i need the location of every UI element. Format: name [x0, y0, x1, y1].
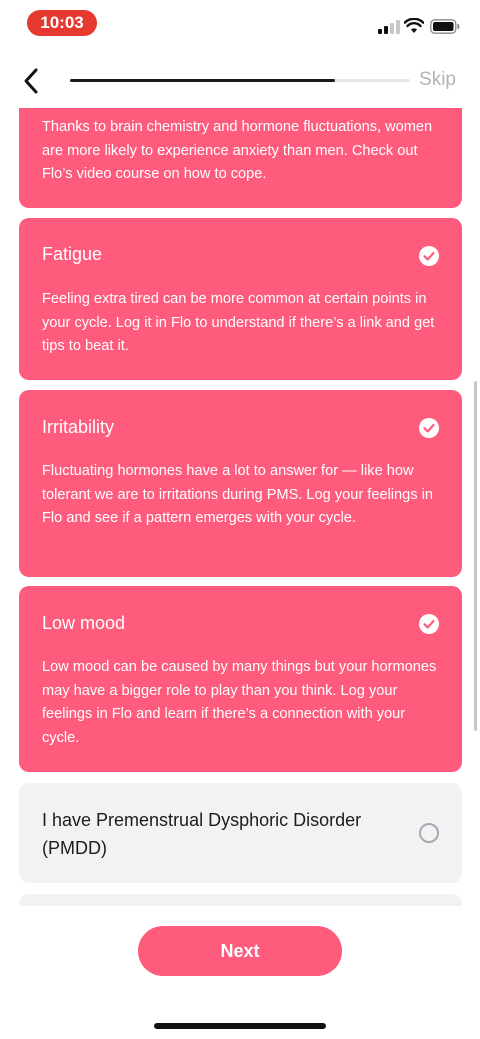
option-card-low-mood[interactable]: Low mood Low mood can be caused by many … — [19, 586, 462, 772]
battery-icon — [430, 19, 460, 34]
next-button[interactable]: Next — [138, 926, 342, 976]
progress-bar — [70, 79, 410, 82]
option-card-anxiety[interactable]: Thanks to brain chemistry and hormone fl… — [19, 108, 462, 208]
scrollbar[interactable] — [474, 381, 477, 731]
top-nav: Skip — [0, 56, 480, 108]
option-description: Feeling extra tired can be more common a… — [42, 291, 435, 354]
option-card-next-partial[interactable] — [19, 894, 462, 906]
option-title: Irritability — [42, 417, 115, 437]
option-title: Low mood — [42, 613, 126, 633]
status-time: 10:03 — [27, 10, 97, 36]
wifi-icon — [404, 18, 424, 33]
home-indicator[interactable] — [154, 1023, 326, 1029]
option-card-pmdd[interactable]: I have Premenstrual Dysphoric Disorder (… — [19, 783, 462, 883]
back-chevron-icon[interactable] — [20, 66, 44, 96]
skip-button[interactable]: Skip — [419, 69, 456, 91]
check-icon — [419, 614, 439, 634]
option-card-fatigue[interactable]: Fatigue Feeling extra tired can be more … — [19, 218, 462, 380]
check-icon — [419, 418, 439, 438]
option-description: Thanks to brain chemistry and hormone fl… — [42, 119, 433, 182]
symptom-list[interactable]: Thanks to brain chemistry and hormone fl… — [0, 108, 480, 906]
signal-icon — [378, 20, 400, 34]
option-description: Low mood can be caused by many things bu… — [42, 659, 437, 746]
radio-unchecked-icon[interactable] — [419, 823, 439, 843]
option-card-irritability[interactable]: Irritability Fluctuating hormones have a… — [19, 390, 462, 577]
status-bar: 10:03 — [0, 0, 480, 48]
check-icon — [419, 246, 439, 266]
option-title: I have Premenstrual Dysphoric Disorder (… — [42, 810, 362, 858]
option-description: Fluctuating hormones have a lot to answe… — [42, 463, 433, 526]
progress-fill — [70, 79, 336, 82]
option-title: Fatigue — [42, 244, 103, 264]
